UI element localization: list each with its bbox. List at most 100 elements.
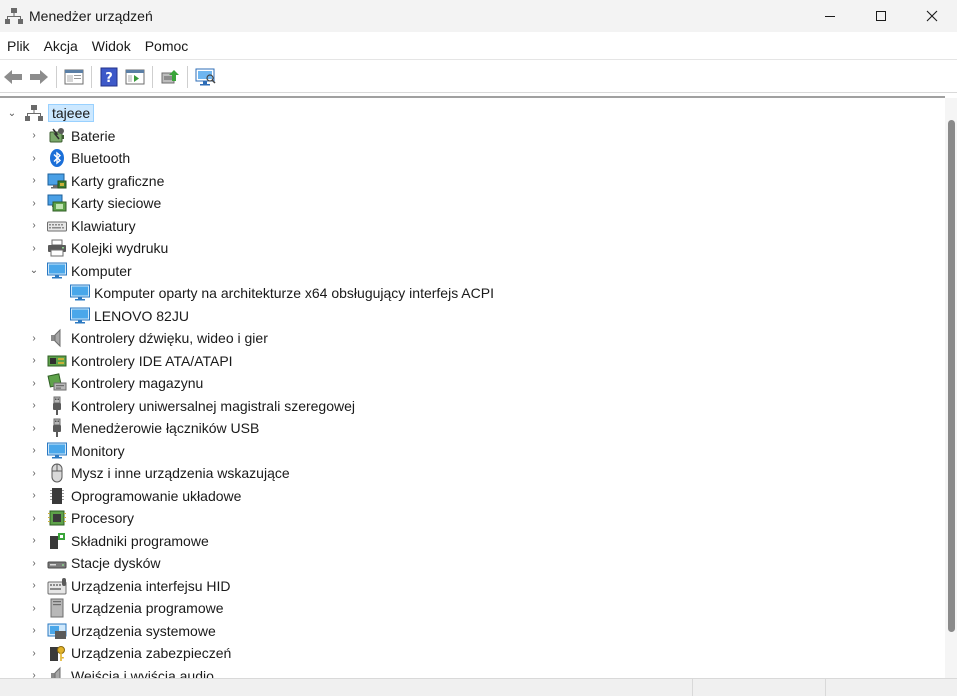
maximize-button[interactable] [855,0,906,32]
tree-category-row[interactable]: › Stacje dysków [28,552,160,574]
chevron-right-icon[interactable]: › [28,350,40,372]
tree-category-label[interactable]: Procesory [71,510,134,526]
tree-device-label[interactable]: Komputer oparty na architekturze x64 obs… [94,285,494,301]
tree-category-row[interactable]: › Kolejki wydruku [28,237,168,259]
chevron-right-icon[interactable]: › [28,395,40,417]
chevron-right-icon[interactable]: › [28,597,40,619]
chevron-right-icon[interactable]: › [28,530,40,552]
chevron-right-icon[interactable]: › [28,665,40,678]
chevron-right-icon[interactable]: › [28,462,40,484]
tree-category-row[interactable]: › Oprogramowanie układowe [28,485,241,507]
tree-category-row[interactable]: › Menedżerowie łączników USB [28,417,259,439]
tree-category-label[interactable]: Kontrolery IDE ATA/ATAPI [71,353,233,369]
tree-device-row[interactable]: LENOVO 82JU [70,305,189,327]
tree-category-label[interactable]: Urządzenia systemowe [71,623,216,639]
help-button[interactable]: ? [96,64,122,90]
menu-plik[interactable]: Plik [2,38,39,54]
chevron-right-icon[interactable]: › [28,147,40,169]
tree-category-label[interactable]: Oprogramowanie układowe [71,488,241,504]
tree-category-label[interactable]: Bluetooth [71,150,130,166]
chevron-down-icon[interactable]: ⌄ [6,102,18,124]
back-button[interactable] [0,64,26,90]
chevron-right-icon[interactable]: › [28,575,40,597]
scrollbar-thumb[interactable] [948,120,955,632]
chevron-right-icon[interactable]: › [28,327,40,349]
chevron-right-icon[interactable]: › [28,125,40,147]
usb-icon [47,418,67,438]
tree-category-label[interactable]: Składniki programowe [71,533,209,549]
forward-button[interactable] [26,64,52,90]
toolbar: ? [0,61,957,93]
tree-category-label[interactable]: Karty graficzne [71,173,164,189]
menu-pomoc[interactable]: Pomoc [140,38,198,54]
chevron-right-icon[interactable]: › [28,552,40,574]
tree-category-row[interactable]: › Klawiatury [28,215,136,237]
tree-root-row[interactable]: ⌄ tajeee [6,102,95,124]
tree-category-row[interactable]: › Składniki programowe [28,530,209,552]
tree-category-row[interactable]: › Mysz i inne urządzenia wskazujące [28,462,290,484]
tree-device-label[interactable]: LENOVO 82JU [94,308,189,324]
tree-category-label[interactable]: Kontrolery dźwięku, wideo i gier [71,330,268,346]
chevron-right-icon[interactable]: › [28,440,40,462]
tree-category-row[interactable]: › Kontrolery IDE ATA/ATAPI [28,350,233,372]
tree-category-label[interactable]: Wejścia i wyjścia audio [71,668,214,679]
chevron-right-icon[interactable]: › [28,485,40,507]
tree-category-row[interactable]: › Baterie [28,125,115,147]
tree-category-label[interactable]: Urządzenia interfejsu HID [71,578,231,594]
keyboard-icon [47,216,67,236]
chevron-right-icon[interactable]: › [28,192,40,214]
chevron-right-icon[interactable]: › [28,507,40,529]
tree-category-row[interactable]: › Urządzenia programowe [28,597,224,619]
close-button[interactable] [906,0,957,32]
tree-category-label[interactable]: Urządzenia programowe [71,600,224,616]
tree-category-row[interactable]: › Urządzenia interfejsu HID [28,575,231,597]
vertical-scrollbar[interactable] [945,98,957,678]
tree-category-row[interactable]: › Procesory [28,507,134,529]
tree-device-row[interactable]: Komputer oparty na architekturze x64 obs… [70,282,494,304]
tree-category-label[interactable]: Klawiatury [71,218,136,234]
update-driver-button[interactable] [157,64,183,90]
tree-category-label[interactable]: Kontrolery uniwersalnej magistrali szere… [71,398,355,414]
tree-category-row[interactable]: › Urządzenia zabezpieczeń [28,642,231,664]
tree-category-row[interactable]: › Kontrolery uniwersalnej magistrali szer… [28,395,355,417]
tree-category-row[interactable]: › Urządzenia systemowe [28,620,216,642]
tree-category-row[interactable]: › Kontrolery dźwięku, wideo i gier [28,327,268,349]
tree-category-label[interactable]: Monitory [71,443,125,459]
run-button[interactable] [122,64,148,90]
tree-category-row[interactable]: › Bluetooth [28,147,130,169]
tree-category-label[interactable]: Kontrolery magazynu [71,375,203,391]
chevron-right-icon[interactable]: › [28,170,40,192]
chevron-right-icon[interactable]: › [28,642,40,664]
chevron-right-icon[interactable]: › [28,215,40,237]
tree-category-label[interactable]: Kolejki wydruku [71,240,168,256]
tree-category-label[interactable]: Menedżerowie łączników USB [71,420,259,436]
tree-category-row[interactable]: › Monitory [28,440,125,462]
chevron-down-icon[interactable]: ⌄ [28,260,40,282]
tree-category-label[interactable]: Komputer [71,263,132,279]
chevron-right-icon[interactable]: › [28,417,40,439]
chevron-right-icon[interactable]: › [28,372,40,394]
tree-root-label[interactable]: tajeee [48,104,95,122]
scan-hardware-button[interactable] [192,64,218,90]
tree-category-label[interactable]: Mysz i inne urządzenia wskazujące [71,465,290,481]
tree-category-row[interactable]: › Karty graficzne [28,170,164,192]
status-segment [825,679,957,696]
device-tree[interactable]: ⌄ tajeee › Baterie › Bluetooth › Karty grafic… [0,96,945,678]
tree-category-row[interactable]: › Karty sieciowe [28,192,161,214]
chevron-right-icon[interactable]: › [28,620,40,642]
tree-category-row[interactable]: › Kontrolery magazynu [28,372,203,394]
tree-category-label[interactable]: Karty sieciowe [71,195,161,211]
menu-akcja[interactable]: Akcja [39,38,87,54]
chevron-right-icon[interactable]: › [28,237,40,259]
tree-category-row[interactable]: ⌄ Komputer [28,260,132,282]
properties-view-button[interactable] [61,64,87,90]
network-adapter-icon [47,193,67,213]
menu-widok[interactable]: Widok [87,38,140,54]
tree-category-label[interactable]: Stacje dysków [71,555,160,571]
help-icon: ? [100,67,118,86]
tree-category-row[interactable]: › Wejścia i wyjścia audio [28,665,214,679]
tree-category-label[interactable]: Urządzenia zabezpieczeń [71,645,231,661]
tree-category-label[interactable]: Baterie [71,128,115,144]
minimize-button[interactable] [804,0,855,32]
mouse-icon [47,463,67,483]
